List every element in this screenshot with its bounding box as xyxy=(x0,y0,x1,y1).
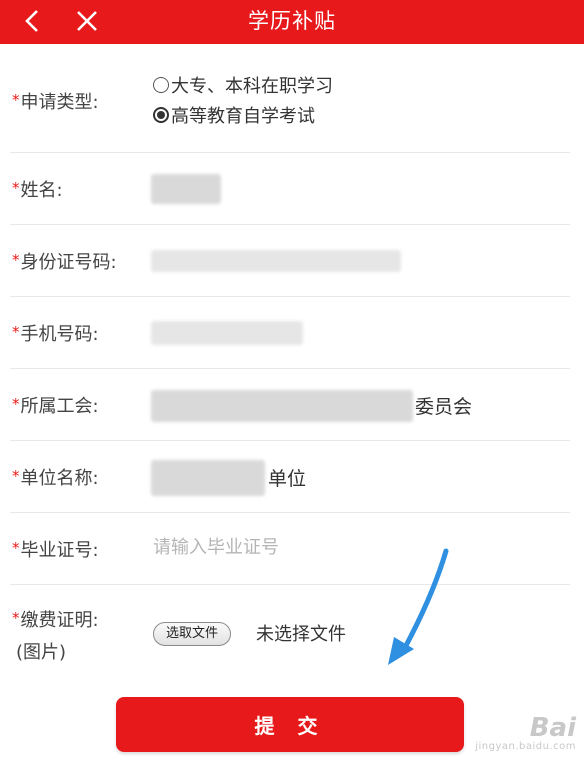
union-label: *所属工会: xyxy=(12,392,99,418)
phone-field-redacted[interactable] xyxy=(151,321,303,345)
payment-proof-sublabel: (图片) xyxy=(16,642,67,663)
union-value-suffix: 委员会 xyxy=(415,396,473,418)
close-button[interactable] xyxy=(70,4,104,38)
close-icon xyxy=(77,11,97,31)
payment-proof-label-text: 缴费证明: xyxy=(20,610,99,631)
phone-label: *手机号码: xyxy=(12,320,99,346)
radio-option-label: 高等教育自学考试 xyxy=(171,106,315,127)
radio-option-self-study-exam[interactable]: 高等教育自学考试 xyxy=(153,102,315,128)
required-mark: * xyxy=(12,395,20,413)
application-type-label-text: 申请类型: xyxy=(20,92,99,113)
employer-label-text: 单位名称: xyxy=(20,468,99,489)
watermark-logo: Bai xyxy=(529,713,576,743)
id-number-label-text: 身份证号码: xyxy=(20,252,117,273)
required-mark: * xyxy=(12,251,20,269)
radio-button-checked[interactable] xyxy=(153,107,169,123)
annotation-arrow-icon xyxy=(388,548,449,665)
application-type-row: *申请类型: 大专、本科在职学习 高等教育自学考试 xyxy=(10,44,570,153)
name-label: *姓名: xyxy=(12,176,63,202)
required-mark: * xyxy=(12,91,20,109)
application-type-label: *申请类型: xyxy=(12,88,99,114)
id-number-field-redacted[interactable] xyxy=(151,250,401,272)
required-mark: * xyxy=(12,609,20,627)
name-label-text: 姓名: xyxy=(20,180,63,201)
radio-option-label: 大专、本科在职学习 xyxy=(171,76,333,97)
employer-row: *单位名称: 单位 xyxy=(10,440,570,513)
required-mark: * xyxy=(12,179,20,197)
required-mark: * xyxy=(12,323,20,341)
required-mark: * xyxy=(12,539,20,557)
required-mark: * xyxy=(12,467,20,485)
radio-option-college-study[interactable]: 大专、本科在职学习 xyxy=(153,72,333,98)
phone-row: *手机号码: xyxy=(10,296,570,369)
name-row: *姓名: xyxy=(10,152,570,225)
graduation-cert-label: *毕业证号: xyxy=(12,536,99,562)
employer-value-suffix: 单位 xyxy=(268,468,307,490)
name-field-redacted[interactable] xyxy=(151,174,221,204)
phone-label-text: 手机号码: xyxy=(20,324,99,345)
file-status-text: 未选择文件 xyxy=(256,624,346,645)
back-button[interactable] xyxy=(18,4,46,38)
baidu-watermark: Bai jingyan.baidu.com xyxy=(475,715,576,752)
union-field-redacted[interactable] xyxy=(151,390,413,422)
payment-proof-row: *缴费证明: (图片) 选取文件 未选择文件 xyxy=(10,584,570,684)
id-number-row: *身份证号码: xyxy=(10,224,570,297)
app-header: 学历补贴 xyxy=(0,0,584,44)
choose-file-button[interactable]: 选取文件 xyxy=(153,622,232,646)
employer-field-redacted[interactable] xyxy=(151,460,265,496)
union-label-text: 所属工会: xyxy=(20,396,99,417)
radio-button[interactable] xyxy=(153,77,169,93)
chevron-left-icon xyxy=(25,10,38,32)
id-number-label: *身份证号码: xyxy=(12,248,117,274)
graduation-cert-label-text: 毕业证号: xyxy=(20,540,99,561)
graduation-cert-row: *毕业证号: xyxy=(10,512,570,585)
watermark-url: jingyan.baidu.com xyxy=(475,741,576,752)
submit-button[interactable]: 提 交 xyxy=(116,697,464,752)
employer-label: *单位名称: xyxy=(12,464,99,490)
union-row: *所属工会: 委员会 xyxy=(10,368,570,441)
payment-proof-label: *缴费证明: xyxy=(12,606,99,632)
